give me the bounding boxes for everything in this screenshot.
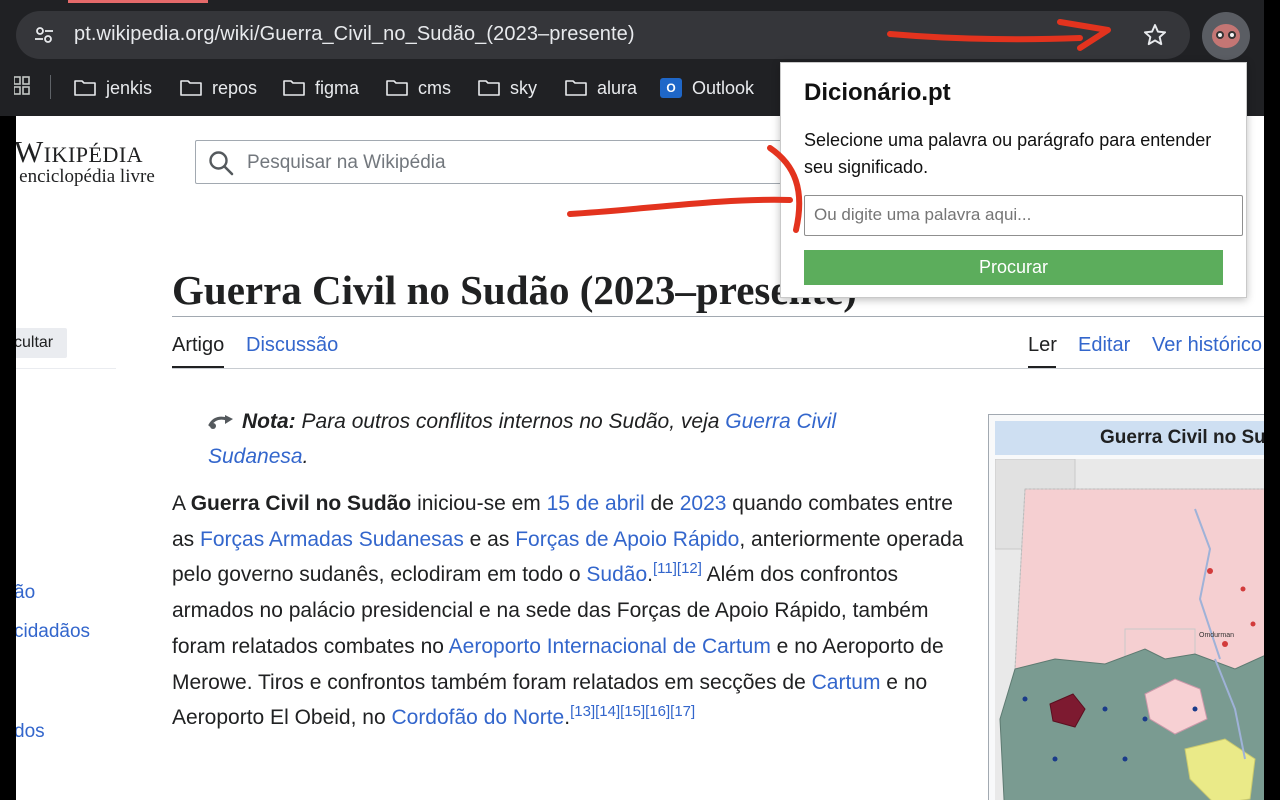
citation-link[interactable]: [11][12] bbox=[653, 560, 702, 577]
bookmark-label: cms bbox=[418, 77, 451, 98]
article-link[interactable]: Cordofão do Norte bbox=[391, 706, 564, 729]
tab-editar[interactable]: Editar bbox=[1078, 334, 1130, 357]
search-placeholder: Pesquisar na Wikipédia bbox=[247, 152, 446, 173]
apps-grid-icon[interactable] bbox=[14, 76, 30, 96]
word-search-input[interactable]: Ou digite uma palavra aqui... bbox=[804, 195, 1243, 236]
tabs-divider bbox=[172, 368, 1264, 369]
popup-title: Dicionário.pt bbox=[804, 79, 951, 106]
folder-icon bbox=[283, 80, 305, 96]
bookmark-outlook[interactable]: O Outlook bbox=[660, 74, 754, 102]
folder-icon bbox=[478, 80, 500, 96]
paragraph-text: e as bbox=[463, 527, 516, 551]
tab-ver-historico[interactable]: Ver histórico bbox=[1152, 334, 1262, 357]
sidebar-divider bbox=[16, 368, 116, 369]
wiki-search-input[interactable]: Pesquisar na Wikipédia bbox=[195, 140, 805, 184]
article-link[interactable]: Aeroporto Internacional de Cartum bbox=[449, 635, 771, 658]
map-city-label: Omdurman bbox=[1199, 632, 1234, 639]
page-title: Guerra Civil no Sudão (2023–presente) bbox=[172, 267, 857, 313]
dictionary-extension-popup: Dicionário.pt Selecione uma palavra ou p… bbox=[780, 62, 1247, 298]
hatnote-label: Nota: bbox=[242, 410, 296, 433]
folder-icon bbox=[180, 80, 202, 96]
bookmark-label: alura bbox=[597, 77, 638, 98]
tab-discussao[interactable]: Discussão bbox=[246, 334, 338, 357]
article-link[interactable]: Cartum bbox=[812, 671, 881, 694]
article-link[interactable]: 15 de abril bbox=[547, 492, 645, 515]
url-text[interactable]: pt.wikipedia.org/wiki/Guerra_Civil_no_Su… bbox=[74, 23, 635, 46]
popup-description: Selecione uma palavra ou parágrafo para … bbox=[804, 130, 1212, 177]
tab-artigo[interactable]: Artigo bbox=[172, 334, 224, 357]
sidebar-link[interactable]: dos bbox=[16, 721, 45, 743]
bookmark-label: jenkis bbox=[106, 77, 153, 98]
hide-sidebar-button[interactable]: cultar bbox=[16, 328, 67, 358]
address-bar[interactable]: pt.wikipedia.org/wiki/Guerra_Civil_no_Su… bbox=[16, 11, 1190, 59]
bookmark-repos[interactable]: repos bbox=[180, 74, 257, 102]
article-link[interactable]: Forças Armadas Sudanesas bbox=[200, 528, 464, 551]
redirect-arrow-icon bbox=[208, 415, 233, 429]
logo-text: Wikipédia bbox=[16, 134, 144, 169]
bookmark-jenkis[interactable]: jenkis bbox=[74, 74, 152, 102]
bookmark-label: Outlook bbox=[692, 77, 755, 98]
profile-avatar[interactable] bbox=[1202, 12, 1250, 60]
wikipedia-logo-wordmark[interactable]: Wikipédia bbox=[16, 134, 143, 170]
article-paragraph: A Guerra Civil no Sudão iniciou-se em 15… bbox=[172, 486, 972, 736]
paragraph-text: iniciou-se em bbox=[411, 492, 547, 515]
bookmarks-separator bbox=[50, 75, 51, 99]
infobox-title: Guerra Civil no Sudão (2023–presente) bbox=[995, 421, 1264, 455]
sudan-map[interactable]: Omdurman bbox=[995, 459, 1264, 800]
avatar-face bbox=[1212, 24, 1240, 48]
title-divider bbox=[172, 316, 1264, 317]
folder-icon bbox=[386, 80, 408, 96]
search-icon bbox=[209, 151, 234, 176]
active-tab-indicator bbox=[68, 0, 208, 3]
paragraph-text: de bbox=[644, 492, 680, 515]
paragraph-text: A bbox=[172, 492, 191, 515]
sidebar-link[interactable]: ão bbox=[16, 582, 35, 604]
bookmark-alura[interactable]: alura bbox=[565, 74, 637, 102]
folder-icon bbox=[74, 80, 96, 96]
bookmark-cms[interactable]: cms bbox=[386, 74, 451, 102]
bookmark-sky[interactable]: sky bbox=[478, 74, 537, 102]
site-settings-icon[interactable] bbox=[34, 25, 54, 45]
hatnote-text: Para outros conflitos internos no Sudão,… bbox=[295, 410, 726, 433]
wikipedia-logo-tagline: a enciclopédia livre bbox=[16, 166, 155, 187]
hatnote: Nota: Para outros conflitos internos no … bbox=[208, 404, 908, 474]
article-link[interactable]: Sudão bbox=[586, 563, 647, 586]
tab-ler[interactable]: Ler bbox=[1028, 334, 1057, 357]
bookmark-figma[interactable]: figma bbox=[283, 74, 359, 102]
article-link[interactable]: 2023 bbox=[680, 492, 727, 515]
article-link[interactable]: Forças de Apoio Rápido bbox=[515, 528, 739, 551]
hatnote-end: . bbox=[302, 445, 309, 468]
bookmark-label: figma bbox=[315, 77, 360, 98]
bookmark-label: sky bbox=[510, 77, 537, 98]
citation-link[interactable]: [13][14][15][16][17] bbox=[570, 703, 695, 720]
infobox: Guerra Civil no Sudão (2023–presente) Om… bbox=[988, 414, 1264, 800]
sidebar-link[interactable]: cidadãos bbox=[16, 621, 90, 643]
bold-term: Guerra Civil no Sudão bbox=[190, 492, 412, 515]
procurar-button[interactable]: Procurar bbox=[804, 250, 1223, 285]
screen-edge bbox=[1264, 0, 1280, 800]
outlook-icon: O bbox=[660, 78, 682, 98]
bookmark-star-icon[interactable] bbox=[1142, 22, 1168, 48]
bookmark-label: repos bbox=[212, 77, 258, 98]
folder-icon bbox=[565, 80, 587, 96]
